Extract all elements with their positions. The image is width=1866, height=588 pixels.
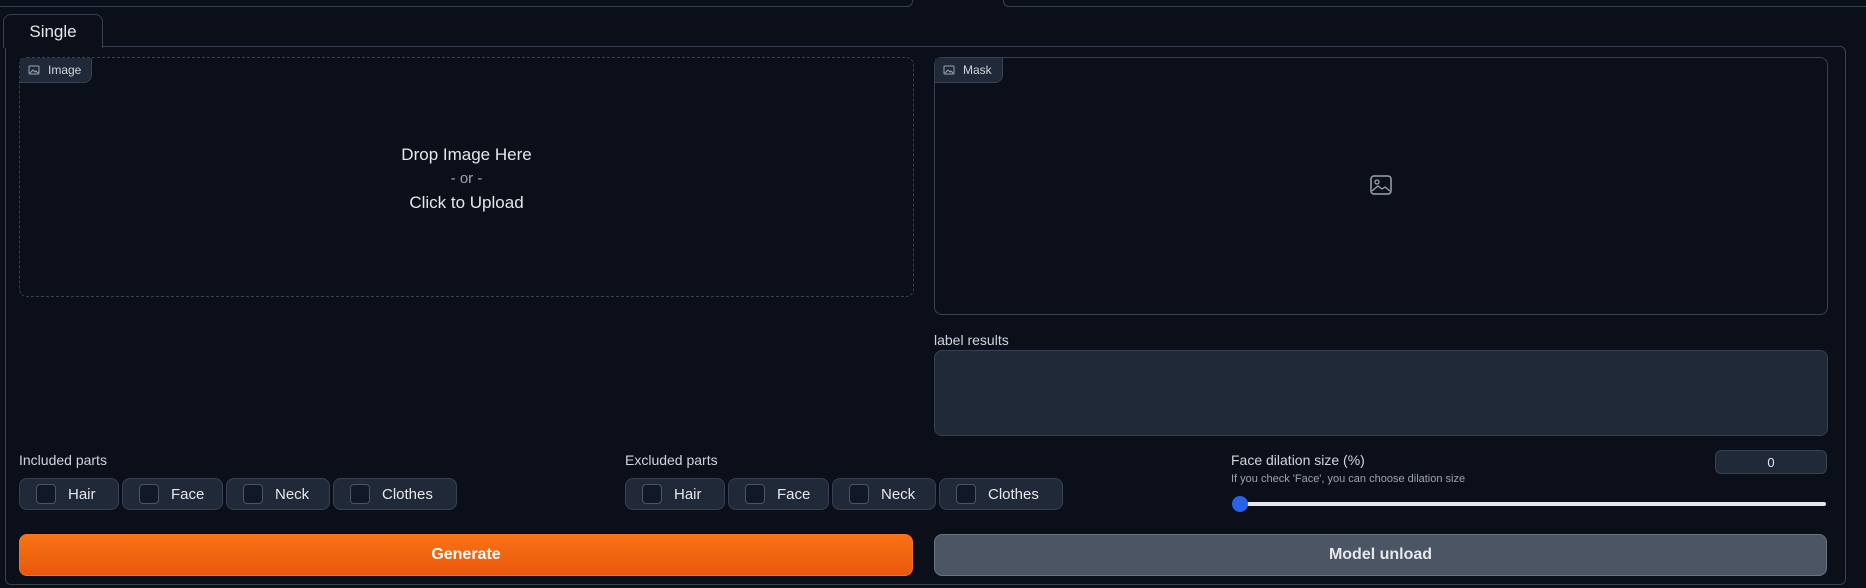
checkbox-box[interactable]	[243, 484, 263, 504]
image-placeholder-icon	[1370, 175, 1392, 200]
mask-output: Mask	[934, 57, 1828, 315]
image-icon	[943, 64, 955, 76]
image-label: Image	[48, 63, 82, 77]
checkbox-label: Face	[777, 485, 811, 503]
face-dilation-info: If you check 'Face', you can choose dila…	[1231, 473, 1466, 485]
included-hair-checkbox[interactable]: Hair	[19, 478, 119, 510]
tab-single[interactable]: Single	[3, 14, 103, 48]
checkbox-box[interactable]	[36, 484, 56, 504]
checkbox-label: Clothes	[988, 485, 1039, 503]
excluded-face-checkbox[interactable]: Face	[728, 478, 829, 510]
face-dilation-slider-track[interactable]	[1236, 502, 1826, 506]
checkbox-box[interactable]	[139, 484, 159, 504]
or-text: - or -	[450, 170, 483, 187]
drop-image-text: Drop Image Here	[401, 145, 532, 164]
included-face-checkbox[interactable]: Face	[122, 478, 223, 510]
included-parts-group: Hair Face Neck Clothes	[19, 478, 457, 512]
label-results-title: label results	[934, 332, 1009, 348]
top-panel-border-right	[1003, 0, 1866, 7]
click-to-upload-text: Click to Upload	[409, 193, 524, 212]
dropzone-text: Drop Image Here - or - Click to Upload	[20, 143, 913, 215]
generate-button[interactable]: Generate	[19, 534, 913, 576]
checkbox-label: Neck	[881, 485, 916, 503]
excluded-neck-checkbox[interactable]: Neck	[832, 478, 936, 510]
checkbox-box[interactable]	[642, 484, 662, 504]
included-parts-title: Included parts	[19, 452, 107, 468]
face-dilation-slider-thumb[interactable]	[1232, 496, 1248, 512]
checkbox-label: Hair	[68, 485, 96, 503]
tab-bar: Single	[0, 14, 1866, 48]
excluded-parts-group: Hair Face Neck Clothes	[625, 478, 1063, 512]
mask-label-chip: Mask	[935, 58, 1003, 83]
image-icon	[28, 64, 40, 76]
excluded-hair-checkbox[interactable]: Hair	[625, 478, 725, 510]
face-dilation-number-input[interactable]: 0	[1715, 450, 1827, 474]
checkbox-label: Face	[171, 485, 205, 503]
mask-label: Mask	[963, 63, 992, 77]
checkbox-box[interactable]	[956, 484, 976, 504]
checkbox-box[interactable]	[849, 484, 869, 504]
image-label-chip: Image	[20, 58, 93, 83]
checkbox-box[interactable]	[745, 484, 765, 504]
checkbox-label: Neck	[275, 485, 310, 503]
label-results-box	[934, 350, 1828, 436]
image-upload-dropzone[interactable]: Image Drop Image Here - or - Click to Up…	[19, 57, 914, 297]
face-dilation-title: Face dilation size (%)	[1231, 452, 1365, 468]
checkbox-label: Clothes	[382, 485, 433, 503]
excluded-parts-title: Excluded parts	[625, 452, 718, 468]
top-panel-border-left	[0, 0, 913, 7]
checkbox-label: Hair	[674, 485, 702, 503]
included-clothes-checkbox[interactable]: Clothes	[333, 478, 457, 510]
excluded-clothes-checkbox[interactable]: Clothes	[939, 478, 1063, 510]
included-neck-checkbox[interactable]: Neck	[226, 478, 330, 510]
model-unload-button[interactable]: Model unload	[934, 534, 1827, 576]
checkbox-box[interactable]	[350, 484, 370, 504]
